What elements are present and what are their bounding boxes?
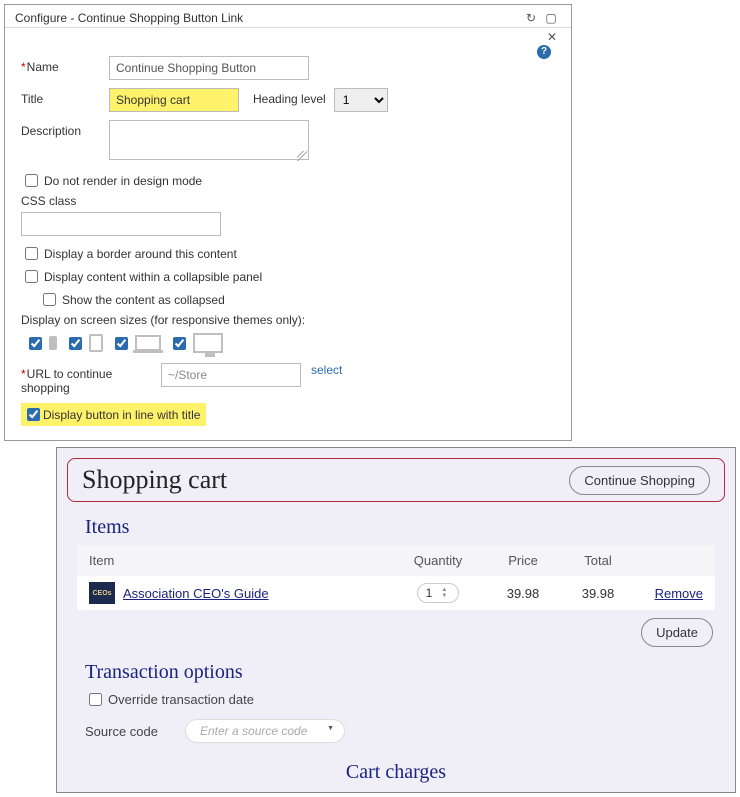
inline-checkbox[interactable] — [27, 408, 40, 421]
product-thumb: CEOs — [89, 582, 115, 604]
no-render-checkbox[interactable] — [25, 174, 38, 187]
border-label: Display a border around this content — [44, 247, 237, 261]
continue-shopping-button[interactable]: Continue Shopping — [569, 466, 710, 495]
screen-tablet-checkbox[interactable] — [69, 337, 82, 350]
description-label: Description — [21, 120, 109, 138]
override-date-label: Override transaction date — [108, 692, 254, 707]
collapsed-label: Show the content as collapsed — [62, 293, 225, 307]
items-table: Item Quantity Price Total CEOs Associati… — [77, 545, 715, 610]
css-class-label: CSS class — [21, 194, 555, 208]
screens-label: Display on screen sizes (for responsive … — [21, 313, 555, 327]
cart-charges-heading: Cart charges — [67, 761, 725, 784]
transaction-heading: Transaction options — [85, 661, 725, 684]
url-label: URL to continue shopping — [21, 363, 161, 395]
source-code-select[interactable]: Enter a source code — [185, 719, 345, 743]
cart-panel: Shopping cart Continue Shopping Items It… — [56, 447, 736, 793]
heading-level-label: Heading level — [253, 88, 326, 106]
screen-desktop-checkbox[interactable] — [173, 337, 186, 350]
cart-header: Shopping cart Continue Shopping — [67, 458, 725, 502]
refresh-icon[interactable]: ↻ — [521, 11, 541, 25]
help-icon[interactable]: ? — [537, 45, 551, 59]
collapsible-checkbox[interactable] — [25, 270, 38, 283]
product-link[interactable]: Association CEO's Guide — [123, 586, 269, 601]
laptop-icon — [135, 335, 161, 351]
quantity-value: 1 — [426, 586, 433, 600]
no-render-label: Do not render in design mode — [44, 174, 202, 188]
col-price: Price — [483, 553, 563, 568]
description-textarea[interactable] — [109, 120, 309, 160]
title-label: Title — [21, 88, 109, 106]
css-class-input[interactable] — [21, 212, 221, 236]
col-total: Total — [563, 553, 633, 568]
title-input[interactable] — [109, 88, 239, 112]
remove-link[interactable]: Remove — [655, 586, 703, 601]
col-qty: Quantity — [393, 553, 483, 568]
col-item: Item — [89, 553, 393, 568]
border-checkbox[interactable] — [25, 247, 38, 260]
tablet-icon — [89, 334, 103, 352]
collapsed-checkbox[interactable] — [43, 293, 56, 306]
heading-level-select[interactable]: 1 — [334, 88, 388, 112]
dialog-header: Configure - Continue Shopping Button Lin… — [5, 5, 571, 28]
url-input[interactable] — [161, 363, 301, 387]
table-row: CEOs Association CEO's Guide 1 ▲▼ 39.98 … — [77, 576, 715, 610]
name-label: Name — [21, 56, 109, 74]
inline-label: Display button in line with title — [43, 408, 200, 422]
quantity-stepper[interactable]: 1 ▲▼ — [417, 583, 460, 603]
table-header: Item Quantity Price Total — [77, 545, 715, 576]
override-date-checkbox[interactable] — [89, 693, 102, 706]
cart-title: Shopping cart — [82, 465, 569, 495]
collapsible-label: Display content within a collapsible pan… — [44, 270, 262, 284]
items-heading: Items — [85, 516, 725, 539]
screen-phone-checkbox[interactable] — [29, 337, 42, 350]
update-button[interactable]: Update — [641, 618, 713, 647]
maximize-icon[interactable]: ▢ — [541, 11, 561, 25]
price-value: 39.98 — [483, 586, 563, 601]
phone-icon — [49, 336, 57, 350]
qty-down-icon[interactable]: ▼ — [438, 593, 450, 599]
total-value: 39.98 — [563, 586, 633, 601]
configure-dialog: Configure - Continue Shopping Button Lin… — [4, 4, 572, 441]
source-code-label: Source code — [85, 724, 185, 739]
close-icon[interactable]: ✕ — [547, 30, 557, 44]
name-input[interactable] — [109, 56, 309, 80]
desktop-icon — [193, 333, 223, 353]
dialog-title: Configure - Continue Shopping Button Lin… — [15, 11, 521, 25]
url-select-link[interactable]: select — [311, 363, 342, 377]
screen-laptop-checkbox[interactable] — [115, 337, 128, 350]
